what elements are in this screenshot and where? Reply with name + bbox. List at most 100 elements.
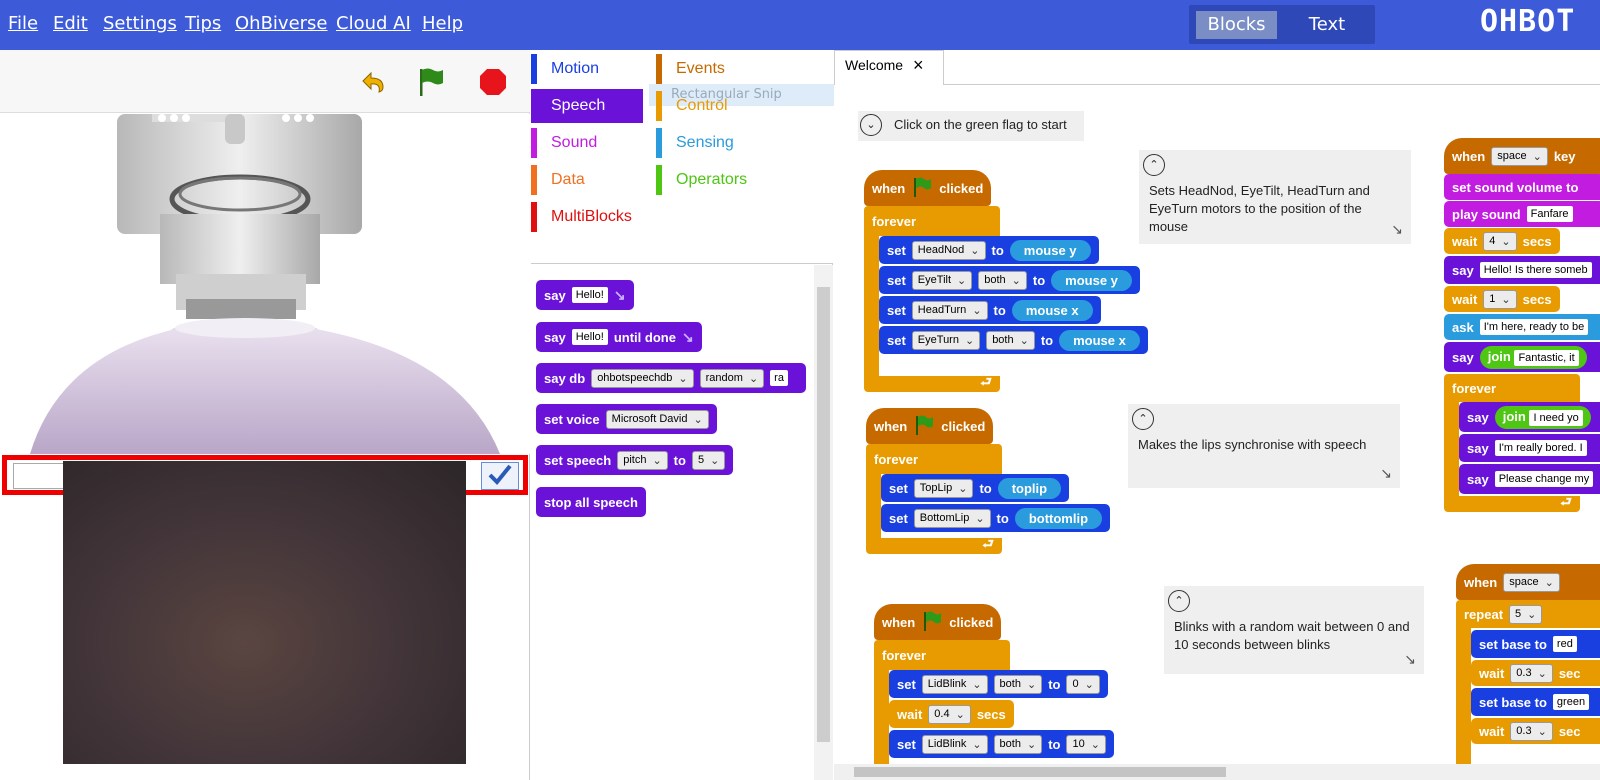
join-text-field[interactable]: Fantastic, it	[1514, 349, 1579, 366]
ask-block[interactable]: ask I'm here, ready to be	[1444, 314, 1600, 340]
palette-scroll-thumb[interactable]	[817, 287, 830, 742]
workspace-scroll-thumb[interactable]	[854, 767, 1226, 777]
lip-dropdown[interactable]: BottomLip	[913, 508, 991, 528]
say-text-field[interactable]: I'm really bored. I	[1494, 440, 1587, 456]
set-motor-block[interactable]: set HeadNod to mouse y	[879, 236, 1099, 264]
set-lip-block[interactable]: set BottomLip to bottomlip	[881, 504, 1111, 532]
side-dropdown[interactable]: both	[978, 270, 1027, 290]
undo-icon[interactable]	[356, 65, 390, 99]
say-text-field[interactable]: Please change my	[1494, 471, 1594, 487]
menu-tips[interactable]: Tips	[185, 13, 221, 34]
category-data[interactable]: Data	[531, 163, 585, 197]
set-volume-block[interactable]: set sound volume to	[1444, 174, 1600, 200]
motor-dropdown[interactable]: HeadNod	[911, 240, 986, 260]
workspace-horizontal-scrollbar[interactable]	[834, 764, 1600, 780]
when-flag-clicked-hat[interactable]: when clicked	[864, 170, 992, 206]
set-lip-block[interactable]: set TopLip to toplip	[881, 474, 1070, 502]
say-text-field[interactable]: Hello!	[571, 287, 608, 303]
side-dropdown[interactable]: both	[993, 734, 1043, 754]
ask-text-field[interactable]: I'm here, ready to be	[1479, 319, 1589, 335]
category-motion[interactable]: Motion	[531, 52, 599, 86]
menu-ohbiverse[interactable]: OhBiverse	[235, 13, 328, 34]
repeat-dropdown[interactable]: 5	[1509, 604, 1543, 624]
when-key-pressed-hat[interactable]: when space	[1456, 564, 1600, 600]
bottomlip-reporter[interactable]: bottomlip	[1014, 507, 1103, 529]
palette-scrollbar[interactable]	[814, 265, 833, 780]
set-lidblink-block[interactable]: set LidBlink both to 0	[889, 670, 1108, 698]
resize-icon[interactable]: ↘	[1404, 650, 1416, 668]
workspace-canvas[interactable]: ⌄ Click on the green flag to start when …	[834, 86, 1600, 764]
chevron-up-icon[interactable]: ⌃	[1132, 408, 1154, 430]
play-sound-block[interactable]: play sound Fanfare	[1444, 201, 1600, 227]
toplip-reporter[interactable]: toplip	[997, 477, 1062, 499]
say-join-block[interactable]: say join I need yo	[1459, 402, 1600, 432]
join-block[interactable]: join Fantastic, it	[1479, 345, 1587, 369]
mouse-x-reporter[interactable]: mouse x	[1011, 299, 1093, 321]
wait-dropdown[interactable]: 0.3	[1510, 663, 1553, 683]
value-dropdown[interactable]: 10	[1066, 734, 1106, 754]
set-motor-block[interactable]: set HeadTurn to mouse x	[879, 296, 1101, 324]
tab-welcome[interactable]: Welcome ×	[834, 50, 944, 85]
say-text-field[interactable]: Hello! Is there someb	[1479, 262, 1592, 278]
motor-dropdown[interactable]: HeadTurn	[911, 300, 988, 320]
say-text-field[interactable]: Hello!	[571, 329, 608, 345]
category-operators[interactable]: Operators	[656, 163, 747, 197]
menu-settings[interactable]: Settings	[103, 13, 177, 34]
wait-block[interactable]: wait 0.3 sec	[1471, 718, 1600, 744]
chevron-down-icon[interactable]: ⌄	[860, 114, 882, 136]
category-sensing[interactable]: Sensing	[656, 126, 734, 160]
category-sound[interactable]: Sound	[531, 126, 597, 160]
repeat-block[interactable]: repeat 5	[1456, 600, 1600, 628]
set-base-block[interactable]: set base to red	[1471, 630, 1600, 658]
speech-param-dropdown[interactable]: pitch	[617, 450, 668, 470]
base-color-field[interactable]: red	[1552, 636, 1577, 652]
comment-motors[interactable]: ⌃ Sets HeadNod, EyeTilt, HeadTurn and Ey…	[1139, 150, 1411, 244]
text-mode-button[interactable]: Text	[1287, 11, 1367, 39]
wait-dropdown[interactable]: 4	[1483, 231, 1517, 251]
side-dropdown[interactable]: both	[986, 330, 1035, 350]
say-until-done-block[interactable]: say Hello! until done ↘	[536, 322, 702, 352]
category-multiblocks[interactable]: MultiBlocks	[531, 200, 632, 234]
lid-dropdown[interactable]: LidBlink	[921, 674, 988, 694]
speech-db-dropdown[interactable]: ohbotspeechdb	[591, 368, 694, 388]
when-key-pressed-hat[interactable]: when space key	[1444, 138, 1600, 174]
wait-dropdown[interactable]: 1	[1483, 289, 1517, 309]
intro-comment[interactable]: ⌄ Click on the green flag to start	[858, 111, 1084, 141]
menu-edit[interactable]: Edit	[53, 13, 88, 34]
wait-block[interactable]: wait 1 secs	[1444, 286, 1560, 312]
sound-field[interactable]: Fanfare	[1526, 206, 1573, 222]
when-flag-clicked-hat[interactable]: when clicked	[874, 604, 1002, 640]
menu-cloud-ai[interactable]: Cloud AI	[336, 13, 411, 34]
blocks-mode-button[interactable]: Blocks	[1196, 11, 1277, 39]
comment-blink[interactable]: ⌃ Blinks with a random wait between 0 an…	[1164, 586, 1424, 674]
forever-block[interactable]: forever	[866, 444, 1002, 474]
set-speech-block[interactable]: set speech pitch to 5	[536, 445, 734, 475]
menu-help[interactable]: Help	[422, 13, 463, 34]
say-join-block[interactable]: say join Fantastic, it	[1444, 342, 1600, 372]
set-voice-block[interactable]: set voice Microsoft David	[536, 404, 717, 434]
key-dropdown[interactable]: space	[1491, 146, 1548, 166]
say-block[interactable]: say I'm really bored. I	[1459, 434, 1600, 462]
voice-dropdown[interactable]: Microsoft David	[605, 409, 709, 429]
mouse-y-reporter[interactable]: mouse y	[1009, 239, 1091, 261]
stop-all-speech-block[interactable]: stop all speech	[536, 487, 646, 517]
category-control[interactable]: Control	[656, 89, 728, 123]
motor-dropdown[interactable]: EyeTurn	[911, 330, 981, 350]
menu-file[interactable]: File	[8, 13, 38, 34]
set-base-block[interactable]: set base to green	[1471, 688, 1600, 716]
green-flag-icon[interactable]	[414, 65, 448, 99]
lip-dropdown[interactable]: TopLip	[913, 478, 974, 498]
forever-block[interactable]: forever	[1444, 374, 1580, 402]
set-motor-block[interactable]: set EyeTurn both to mouse x	[879, 326, 1148, 354]
chevron-up-icon[interactable]: ⌃	[1168, 590, 1190, 612]
stop-icon[interactable]	[476, 65, 510, 99]
side-dropdown[interactable]: both	[993, 674, 1043, 694]
join-block[interactable]: join I need yo	[1494, 405, 1591, 429]
when-flag-clicked-hat[interactable]: when clicked	[866, 408, 994, 444]
say-block[interactable]: say Please change my	[1459, 464, 1600, 494]
motor-dropdown[interactable]: EyeTilt	[911, 270, 973, 290]
key-dropdown[interactable]: space	[1503, 572, 1560, 592]
forever-block[interactable]: forever	[864, 206, 1000, 236]
resize-icon[interactable]: ↘	[1391, 220, 1403, 238]
join-text-field[interactable]: I need yo	[1529, 409, 1583, 426]
